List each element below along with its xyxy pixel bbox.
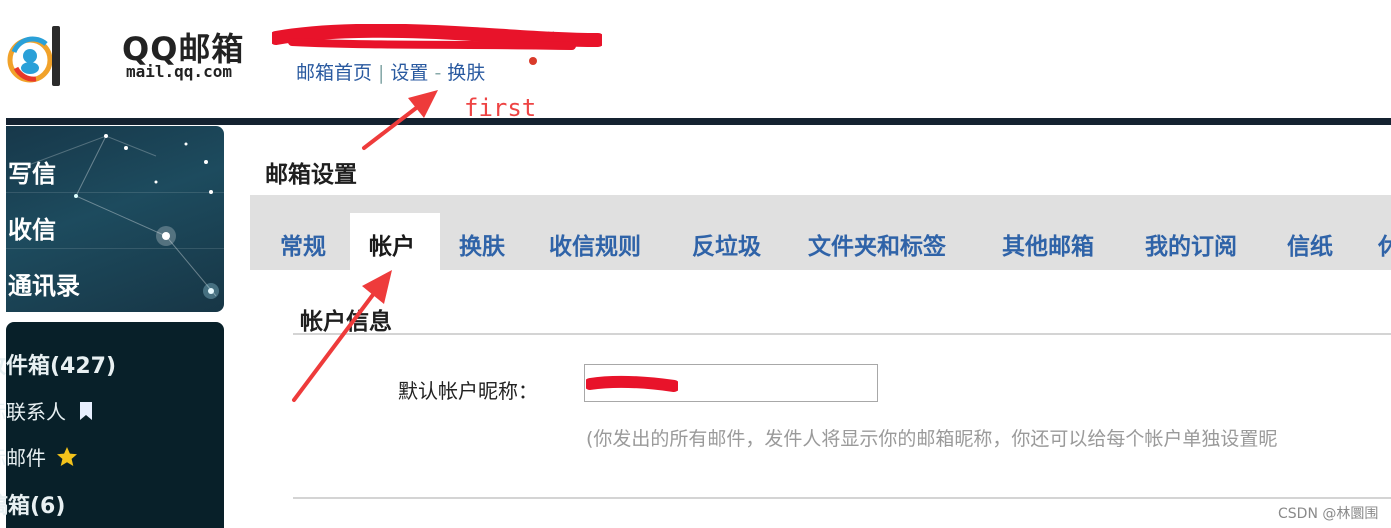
mailbox-home-link[interactable]: 邮箱首页 bbox=[296, 62, 372, 84]
tab-folders-labels[interactable]: 文件夹和标签 bbox=[808, 227, 946, 261]
folder-starred-contacts[interactable]: 星标联系人 bbox=[0, 396, 94, 425]
section-divider bbox=[293, 333, 1391, 335]
header-divider bbox=[6, 118, 1391, 125]
nav-divider bbox=[6, 192, 224, 193]
tab-stationery[interactable]: 信纸 bbox=[1287, 227, 1333, 261]
contacts-nav[interactable]: 通讯录 bbox=[6, 266, 224, 301]
page-title: 邮箱设置 bbox=[265, 162, 357, 188]
folder-label: 星标联系人 bbox=[0, 400, 66, 424]
redaction-scribble bbox=[272, 24, 602, 50]
star-icon bbox=[57, 447, 78, 466]
nickname-hint: (你发出的所有邮件，发件人将显示你的邮箱昵称，你还可以给每个帐户单独设置昵 bbox=[586, 428, 1278, 450]
bookmark-icon bbox=[80, 402, 93, 420]
tab-general[interactable]: 常规 bbox=[280, 227, 326, 261]
section-divider bbox=[293, 497, 1391, 499]
tab-account[interactable]: 帐户 bbox=[369, 227, 415, 261]
settings-link[interactable]: 设置 bbox=[390, 62, 428, 84]
new-dot-badge bbox=[529, 57, 537, 65]
tab-subscriptions[interactable]: 我的订阅 bbox=[1145, 227, 1237, 261]
tab-skin[interactable]: 换肤 bbox=[459, 227, 505, 261]
folder-label: 星标邮件 bbox=[0, 446, 46, 470]
tab-anti-spam[interactable]: 反垃圾 bbox=[692, 227, 761, 261]
header-links: 邮箱首页 | 设置 - 换肤 bbox=[296, 58, 485, 85]
section-title: 帐户信息 bbox=[300, 309, 392, 335]
brand-domain: mail.qq.com bbox=[126, 62, 232, 81]
nav-divider bbox=[6, 248, 224, 249]
watermark: CSDN @林圜围 bbox=[1278, 506, 1379, 522]
skin-link[interactable]: 换肤 bbox=[447, 62, 485, 84]
redaction-scribble bbox=[586, 375, 678, 392]
link-dash: - bbox=[434, 62, 442, 84]
folder-starred-mail[interactable]: 星标邮件 bbox=[0, 442, 78, 471]
settings-panel bbox=[234, 128, 1391, 528]
tab-receive-rules[interactable]: 收信规则 bbox=[549, 227, 641, 261]
folder-list: 收件箱(427) 星标联系人 星标邮件 草稿箱(6) bbox=[0, 322, 224, 528]
compose-nav[interactable]: 写信 bbox=[6, 154, 224, 189]
inbox-nav[interactable]: 收信 bbox=[6, 210, 224, 245]
sidebar-nav: 写信 收信 通讯录 bbox=[6, 126, 224, 312]
qq-logo-icon[interactable] bbox=[6, 22, 66, 88]
link-separator: | bbox=[378, 62, 385, 84]
tab-other-mailboxes[interactable]: 其他邮箱 bbox=[1002, 227, 1094, 261]
folder-inbox[interactable]: 收件箱(427) bbox=[0, 348, 116, 380]
nickname-label: 默认帐户昵称： bbox=[398, 379, 538, 403]
folder-drafts[interactable]: 草稿箱(6) bbox=[0, 488, 65, 520]
tab-more[interactable]: 休 bbox=[1378, 227, 1391, 261]
